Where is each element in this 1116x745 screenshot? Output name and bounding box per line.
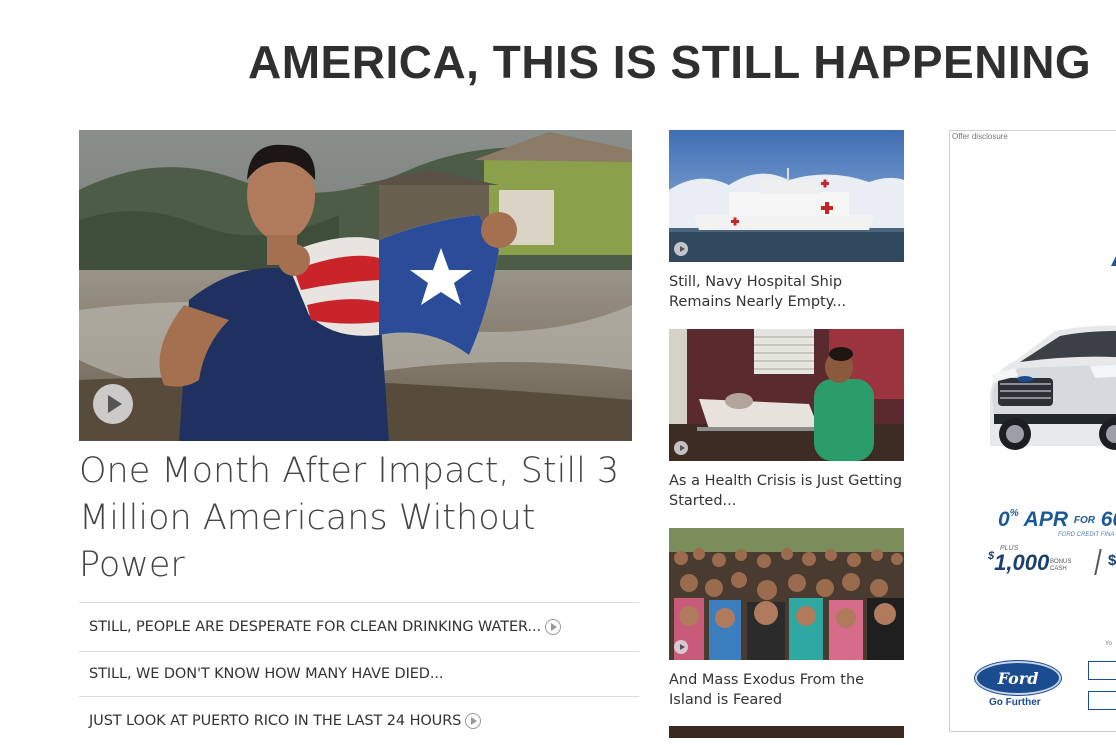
ad-brand-mark-icon <box>1111 254 1116 266</box>
side-story-thumbnail[interactable] <box>669 726 904 738</box>
side-story-card[interactable]: And Mass Exodus From the Island is Feare… <box>669 528 904 710</box>
play-video-icon[interactable] <box>674 441 688 455</box>
bonus-value: 1,000 <box>994 550 1050 575</box>
apr-percent: % <box>1009 508 1019 519</box>
apr-rate: 0 <box>998 508 1010 531</box>
ad-form-field[interactable] <box>1088 661 1116 680</box>
hospital-ship-photo <box>669 130 904 262</box>
related-story-label[interactable]: STILL, WE DON'T KNOW HOW MANY HAVE DIED.… <box>89 666 444 682</box>
play-video-icon[interactable] <box>465 713 482 729</box>
side-story-card[interactable]: Still, Navy Hospital Ship Remains Nearly… <box>669 130 904 312</box>
ad-form-field[interactable] <box>1088 691 1116 710</box>
crowd-photo <box>669 528 904 660</box>
apr-label: APR <box>1023 508 1068 531</box>
related-story-label[interactable]: STILL, PEOPLE ARE DESPERATE FOR CLEAN DR… <box>89 619 541 635</box>
ad-small-text: Yo <box>1105 641 1112 647</box>
related-story-item[interactable]: STILL, WE DON'T KNOW HOW MANY HAVE DIED.… <box>79 651 639 696</box>
play-video-icon[interactable] <box>674 242 688 256</box>
bonus-cash-label: BONUS CASH <box>1050 559 1071 573</box>
hospital-room-photo <box>669 329 904 461</box>
side-story-card[interactable]: As a Health Crisis is Just Getting Start… <box>669 329 904 511</box>
side-story-caption[interactable]: As a Health Crisis is Just Getting Start… <box>669 471 904 511</box>
apr-for: FOR <box>1073 514 1095 526</box>
bonus-label-line2: CASH <box>1050 566 1067 572</box>
bonus-cash-amount: $1,000 <box>988 550 1049 576</box>
related-story-item[interactable]: STILL, PEOPLE ARE DESPERATE FOR CLEAN DR… <box>79 602 639 651</box>
play-video-icon[interactable] <box>93 384 133 424</box>
play-video-icon[interactable] <box>674 640 688 654</box>
related-story-label[interactable]: JUST LOOK AT PUERTO RICO IN THE LAST 24 … <box>89 713 461 729</box>
bonus-label-line1: BONUS <box>1050 559 1072 565</box>
apr-offer: 0% APR FOR 60 <box>998 508 1116 532</box>
page-headline: AMERICA, THIS IS STILL HAPPENING <box>248 36 1092 88</box>
credit-note: FORD CREDIT FINA <box>1058 532 1115 538</box>
side-story-caption[interactable]: Still, Navy Hospital Ship Remains Nearly… <box>669 272 904 312</box>
apr-months: 60 <box>1100 508 1116 531</box>
suv-car-image <box>990 325 1116 450</box>
ford-logo-text: Ford <box>997 668 1039 688</box>
offer-divider <box>1094 549 1102 575</box>
ford-logo[interactable]: Ford <box>975 661 1061 695</box>
second-offer-amount: $ <box>1108 552 1116 569</box>
play-video-icon[interactable] <box>545 619 561 635</box>
side-story-thumbnail[interactable] <box>669 528 904 660</box>
offer-disclosure-link[interactable]: Offer disclosure <box>952 132 1008 141</box>
side-story-caption[interactable]: And Mass Exodus From the Island is Feare… <box>669 670 904 710</box>
ford-advertisement[interactable]: Offer disclosure 0% APR FOR 60 FORD CRED… <box>949 130 1116 732</box>
main-story-image[interactable] <box>79 130 632 441</box>
man-holding-flag-photo <box>79 130 632 441</box>
side-story-thumbnail[interactable] <box>669 329 904 461</box>
ford-tagline: Go Further <box>989 697 1041 708</box>
related-stories-list: STILL, PEOPLE ARE DESPERATE FOR CLEAN DR… <box>79 602 639 745</box>
side-story-thumbnail[interactable] <box>669 130 904 262</box>
main-story-title[interactable]: One Month After Impact, Still 3 Million … <box>79 448 639 589</box>
